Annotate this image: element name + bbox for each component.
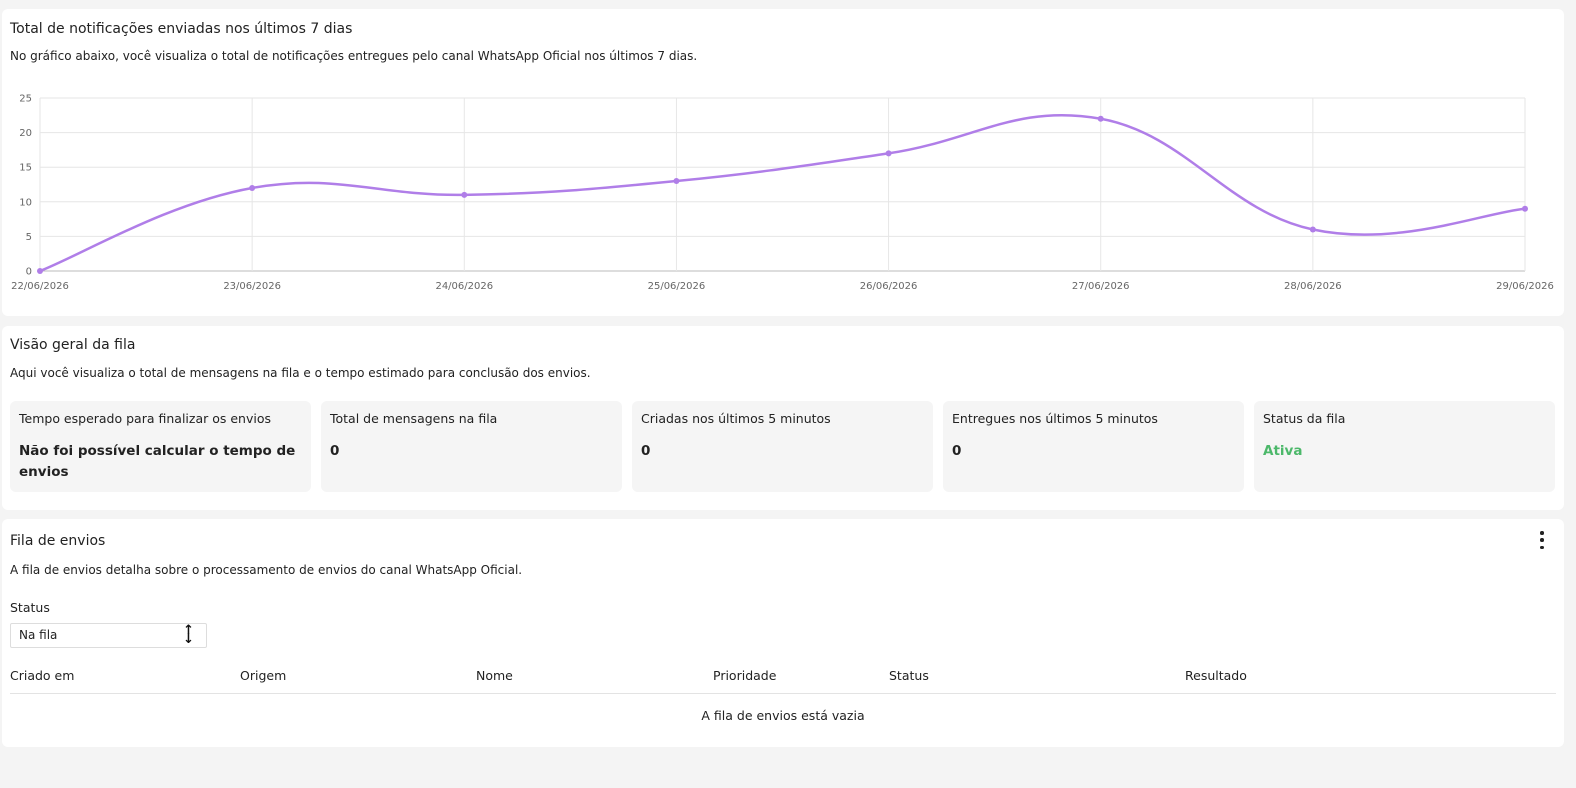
status-filter-value: Na fila [19,628,58,642]
x-tick-label: 26/06/2026 [860,281,918,292]
y-tick-label: 5 [26,232,32,243]
stat-label: Entregues nos últimos 5 minutos [952,411,1158,426]
stat-value: Não foi possível calcular o tempo de env… [19,443,296,480]
chart-card: Total de notificações enviadas nos últim… [2,9,1564,316]
stat-queue-status: Status da fila Ativa [1254,401,1555,492]
y-tick-label: 25 [19,94,32,105]
y-tick-label: 0 [26,267,32,278]
x-tick-label: 22/06/2026 [11,281,69,292]
column-header-priority[interactable]: Prioridade [713,668,776,683]
data-point [1097,115,1104,122]
stat-delivered-last-5-min: Entregues nos últimos 5 minutos 0 [943,401,1244,492]
column-header-origin[interactable]: Origem [240,668,286,683]
sort-arrows-icon: ↑ ↓ [183,623,194,647]
stat-expected-time: Tempo esperado para finalizar os envios … [10,401,311,492]
column-header-name[interactable]: Nome [476,668,513,683]
stat-created-last-5-min: Criadas nos últimos 5 minutos 0 [632,401,933,492]
data-point [37,268,43,274]
data-point [249,184,256,191]
empty-queue-message: A fila de envios está vazia [701,708,865,723]
queue-overview-title: Visão geral da fila [10,337,136,353]
stat-label: Criadas nos últimos 5 minutos [641,411,831,426]
y-tick-label: 15 [19,163,32,174]
kebab-menu-icon[interactable] [1534,531,1550,549]
queue-status-value: Ativa [1263,443,1303,459]
send-queue-card: Fila de envios A fila de envios detalha … [2,519,1564,747]
send-queue-title: Fila de envios [10,533,106,549]
column-header-created-at[interactable]: Criado em [10,668,74,683]
stat-value: 0 [641,443,651,459]
x-tick-label: 25/06/2026 [648,281,706,292]
data-point [885,150,892,157]
stat-value: 0 [330,443,340,459]
stat-label: Total de mensagens na fila [330,411,498,426]
status-filter-label: Status [10,600,50,615]
queue-overview-description: Aqui você visualiza o total de mensagens… [10,366,591,380]
series-line [39,113,1526,273]
stat-value: 0 [952,443,962,459]
data-point [461,191,468,198]
queue-overview-card: Visão geral da fila Aqui você visualiza … [2,326,1564,510]
stat-label: Tempo esperado para finalizar os envios [19,411,271,426]
stat-total-messages: Total de mensagens na fila 0 [321,401,622,492]
send-queue-description: A fila de envios detalha sobre o process… [10,563,523,577]
x-tick-label: 27/06/2026 [1072,281,1130,292]
y-tick-label: 10 [19,197,32,208]
x-tick-label: 24/06/2026 [435,281,493,292]
status-filter-select[interactable]: Na fila ↑ ↓ [10,623,207,648]
data-point [673,178,680,185]
x-tick-label: 29/06/2026 [1496,281,1554,292]
data-point [1522,205,1528,212]
y-tick-label: 20 [19,128,32,139]
column-header-status[interactable]: Status [889,668,929,683]
data-point [1309,226,1316,233]
column-header-result[interactable]: Resultado [1185,668,1247,683]
x-tick-label: 28/06/2026 [1284,281,1342,292]
x-tick-label: 23/06/2026 [223,281,281,292]
line-chart: 0 5 10 15 20 25 22/06/2026 23/06/2026 24/06/2026… [11,94,1554,293]
stat-label: Status da fila [1263,411,1346,426]
table-divider [10,693,1556,694]
